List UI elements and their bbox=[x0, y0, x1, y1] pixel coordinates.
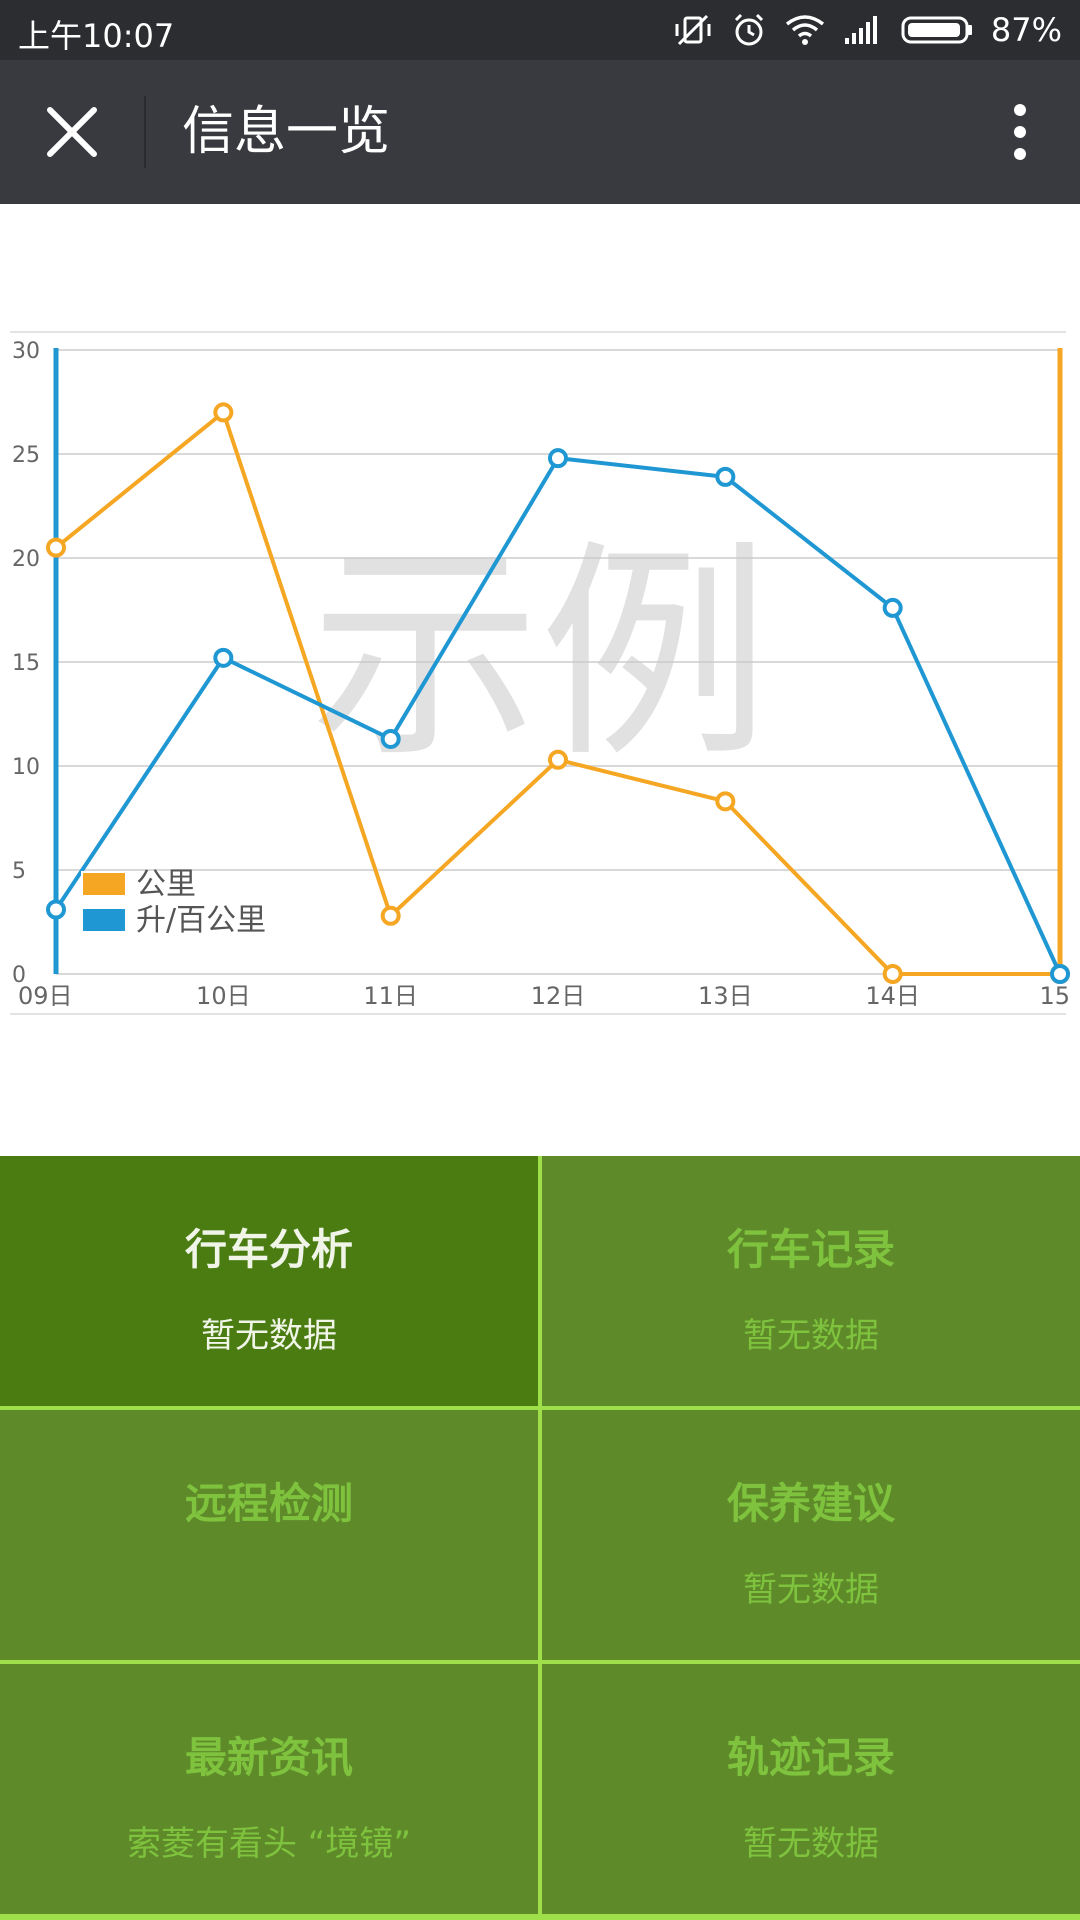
data-point bbox=[548, 448, 568, 469]
data-point bbox=[882, 597, 903, 618]
vibrate-off-icon bbox=[673, 12, 713, 48]
menu-card-title: 远程检测 bbox=[184, 1479, 353, 1528]
menu-card-subtitle: 索菱有看头 “境镜” bbox=[126, 1824, 412, 1864]
legend-label: 升/百公里 bbox=[136, 903, 266, 938]
menu-card-title: 行车分析 bbox=[184, 1225, 353, 1274]
y-tick-label: 20 bbox=[12, 547, 40, 572]
page-title: 信息一览 bbox=[182, 102, 391, 162]
x-tick-label: 13日 bbox=[698, 982, 753, 1010]
close-icon bbox=[47, 107, 97, 157]
menu-card[interactable]: 轨迹记录 暂无数据 bbox=[542, 1664, 1080, 1914]
more-button[interactable] bbox=[990, 96, 1050, 168]
data-point bbox=[213, 402, 234, 423]
menu-card-subtitle: 暂无数据 bbox=[743, 1316, 879, 1356]
battery-icon bbox=[901, 15, 973, 45]
x-tick-label: 12日 bbox=[531, 982, 586, 1010]
menu-card[interactable]: 行车记录 暂无数据 bbox=[542, 1156, 1080, 1406]
data-point bbox=[548, 749, 568, 770]
menu-card-title: 保养建议 bbox=[726, 1479, 895, 1528]
wifi-icon bbox=[785, 14, 825, 46]
line-chart: 05101520253009日 10日 11日 12日 13日 14日 15示例公里升/百公… bbox=[10, 331, 1070, 1015]
more-vertical-icon bbox=[1014, 104, 1026, 160]
alarm-icon bbox=[731, 12, 767, 48]
legend-swatch bbox=[81, 907, 127, 933]
data-point bbox=[380, 905, 401, 926]
data-point bbox=[46, 537, 66, 558]
menu-card-title: 最新资讯 bbox=[184, 1733, 353, 1782]
y-tick-label: 25 bbox=[12, 443, 40, 468]
menu-card[interactable]: 保养建议 暂无数据 bbox=[542, 1410, 1080, 1660]
x-tick-label: 14日 bbox=[865, 982, 920, 1010]
close-button[interactable] bbox=[36, 104, 108, 160]
y-tick-label: 10 bbox=[12, 755, 40, 780]
menu-card-title: 轨迹记录 bbox=[726, 1733, 895, 1782]
data-point bbox=[715, 466, 736, 487]
x-tick-label: 11日 bbox=[363, 982, 418, 1010]
x-tick-label: 09日 bbox=[18, 982, 73, 1010]
menu-grid: 行车分析 暂无数据 行车记录 暂无数据 远程检测 保养建议 暂无数据 最新资讯 索菱有看头 “境… bbox=[0, 1156, 1080, 1920]
menu-card-subtitle: 暂无数据 bbox=[743, 1824, 879, 1864]
menu-card-subtitle: 暂无数据 bbox=[743, 1570, 879, 1610]
legend-swatch bbox=[81, 871, 127, 897]
chart-area: 0 5 10 15 20 25 30 09日 10日 11日 12日 13日 14日 15 示例 公里 升/百公… bbox=[0, 204, 1080, 1156]
nav-divider bbox=[144, 96, 146, 168]
data-point bbox=[882, 964, 903, 984]
data-point bbox=[46, 899, 66, 920]
signal-icon bbox=[843, 14, 883, 46]
watermark-text: 示例 bbox=[310, 522, 770, 789]
y-tick-label: 5 bbox=[12, 859, 26, 884]
y-tick-label: 30 bbox=[12, 339, 40, 364]
y-tick-label: 15 bbox=[12, 651, 40, 676]
menu-card[interactable]: 远程检测 bbox=[0, 1410, 538, 1660]
menu-card[interactable]: 行车分析 暂无数据 bbox=[0, 1156, 538, 1406]
status-bar: 上午10:07 87% bbox=[0, 0, 1080, 60]
status-icons: 87% bbox=[673, 8, 1062, 52]
data-point bbox=[380, 728, 401, 749]
menu-card[interactable]: 最新资讯索菱有看头 “境镜” bbox=[0, 1664, 538, 1914]
x-tick-label: 10日 bbox=[196, 982, 251, 1010]
nav-bar: 信息一览 bbox=[0, 60, 1080, 204]
menu-card-subtitle: 暂无数据 bbox=[201, 1316, 337, 1356]
data-point bbox=[1050, 964, 1070, 984]
battery-percent: 87% bbox=[990, 11, 1062, 49]
data-point bbox=[715, 791, 736, 812]
status-time: 上午10:07 bbox=[18, 17, 175, 55]
menu-card-title: 行车记录 bbox=[726, 1225, 895, 1274]
legend-label: 公里 bbox=[136, 867, 196, 902]
x-tick-label: 15 bbox=[1039, 982, 1070, 1010]
data-point bbox=[213, 647, 234, 668]
